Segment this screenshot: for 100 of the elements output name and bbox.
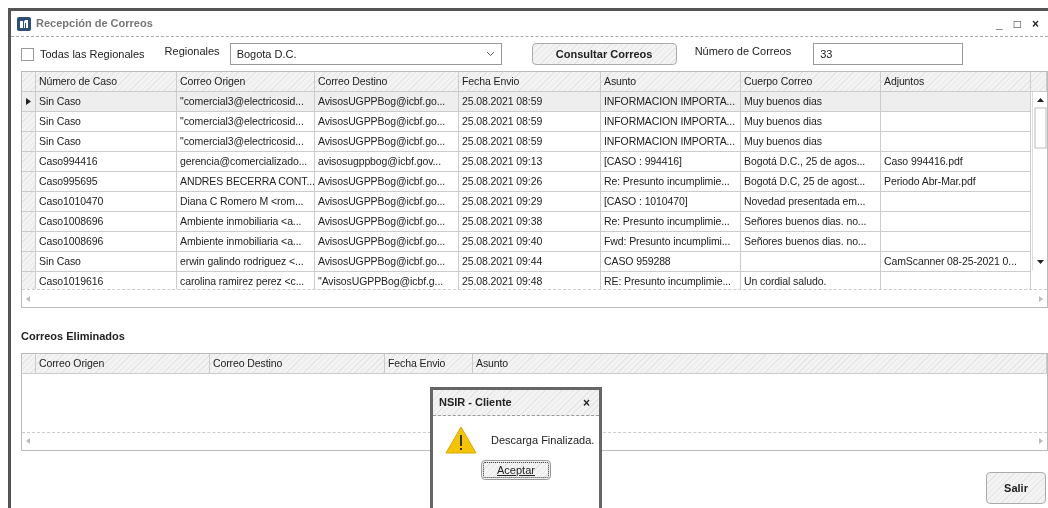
table-cell[interactable]: Caso994416 <box>36 152 177 172</box>
table-cell[interactable] <box>741 252 881 272</box>
table-cell[interactable]: INFORMACION IMPORTA... <box>601 132 741 152</box>
table-cell[interactable]: Muy buenos dias <box>741 112 881 132</box>
table-cell[interactable] <box>881 132 1031 152</box>
table-cell[interactable]: Sin Caso <box>36 92 177 112</box>
column-header[interactable]: Asunto <box>601 72 741 92</box>
table-cell[interactable]: avisosugppbog@icbf.gov... <box>315 152 459 172</box>
chevron-icon <box>485 51 495 57</box>
table-cell[interactable]: Ambiente inmobiliaria <a... <box>177 232 315 252</box>
close-button[interactable]: × <box>580 396 593 409</box>
table-cell[interactable]: Re: Presunto incumplimie... <box>601 172 741 192</box>
table-cell[interactable]: Bogotá D.C, 25 de agost... <box>741 172 881 192</box>
table-cell[interactable]: "comercial3@electricosid... <box>177 92 315 112</box>
table-cell[interactable]: Novedad presentada em... <box>741 192 881 212</box>
table-cell[interactable]: gerencia@comercializado... <box>177 152 315 172</box>
table-cell[interactable]: AvisosUGPPBog@icbf.go... <box>315 212 459 232</box>
table-cell[interactable]: 25.08.2021 09:48 <box>459 272 601 289</box>
scroll-right-icon[interactable] <box>1039 438 1043 444</box>
table-cell[interactable]: AvisosUGPPBog@icbf.go... <box>315 172 459 192</box>
table-cell[interactable]: 25.08.2021 08:59 <box>459 112 601 132</box>
count-field[interactable]: 33 <box>813 43 964 65</box>
column-header[interactable]: Correo Destino <box>315 72 459 92</box>
row-header[interactable] <box>22 92 36 112</box>
column-header[interactable]: Fecha Envio <box>459 72 601 92</box>
table-cell[interactable]: AvisosUGPPBog@icbf.go... <box>315 132 459 152</box>
scroll-left-icon[interactable] <box>26 295 30 302</box>
table-cell[interactable]: Caso 994416.pdf <box>881 152 1031 172</box>
table-cell[interactable] <box>881 232 1031 252</box>
table-cell[interactable]: AvisosUGPPBog@icbf.go... <box>315 232 459 252</box>
table-cell[interactable]: [CASO : 994416] <box>601 152 741 172</box>
table-cell[interactable]: Periodo Abr-Mar.pdf <box>881 172 1031 192</box>
maximize-button[interactable]: □ <box>1010 17 1024 30</box>
table-cell[interactable]: AvisosUGPPBog@icbf.go... <box>315 92 459 112</box>
table-cell[interactable]: Ambiente inmobiliaria <a... <box>177 212 315 232</box>
column-header[interactable]: Cuerpo Correo <box>741 72 881 92</box>
query-button[interactable]: Consultar Correos <box>531 43 677 65</box>
column-header[interactable]: Asunto <box>473 353 1047 374</box>
table-cell[interactable]: 25.08.2021 09:26 <box>459 172 601 192</box>
table-cell[interactable]: Muy buenos dias <box>741 132 881 152</box>
table-cell[interactable]: "comercial3@electricosid... <box>177 112 315 132</box>
vertical-scrollbar[interactable] <box>1032 92 1047 270</box>
column-header[interactable]: Correo Origen <box>36 353 210 374</box>
table-cell[interactable]: INFORMACION IMPORTA... <box>601 92 741 112</box>
table-cell[interactable]: "comercial3@electricosid... <box>177 132 315 152</box>
checkbox[interactable] <box>21 47 34 61</box>
table-cell[interactable]: 25.08.2021 08:59 <box>459 132 601 152</box>
exit-button[interactable]: Salir <box>986 472 1046 504</box>
table-cell[interactable]: ANDRES BECERRA CONT... <box>177 172 315 192</box>
table-cell[interactable]: 25.08.2021 08:59 <box>459 92 601 112</box>
table-cell[interactable]: 25.08.2021 09:29 <box>459 192 601 212</box>
table-cell[interactable]: carolina ramirez perez <c... <box>177 272 315 289</box>
table-cell[interactable]: Bogotá D.C., 25 de agos... <box>741 152 881 172</box>
table-cell[interactable]: Señores buenos dias. no... <box>741 212 881 232</box>
table-cell[interactable]: Re: Presunto incumplimie... <box>601 212 741 232</box>
table-cell[interactable]: "AvisosUGPPBog@icbf.g... <box>315 272 459 289</box>
table-cell[interactable]: CamScanner 08-25-2021 0... <box>881 252 1031 272</box>
table-cell[interactable]: Caso1008696 <box>36 212 177 232</box>
region-dropdown[interactable]: Bogota D.C. <box>229 43 502 65</box>
table-cell[interactable]: Sin Caso <box>36 112 177 132</box>
warning-icon <box>445 426 477 454</box>
table-cell[interactable]: 25.08.2021 09:13 <box>459 152 601 172</box>
scroll-right-icon[interactable] <box>1039 295 1043 302</box>
minimize-button[interactable]: _ <box>993 17 1006 30</box>
table-cell[interactable]: Sin Caso <box>36 132 177 152</box>
table-cell[interactable]: CASO 959288 <box>601 252 741 272</box>
table-cell[interactable]: RE: Presunto incumplimie... <box>601 272 741 289</box>
table-cell[interactable]: erwin galindo rodriguez <... <box>177 252 315 272</box>
table-cell[interactable]: Caso1008696 <box>36 232 177 252</box>
table-cell[interactable]: Caso1019616 <box>36 272 177 289</box>
close-button[interactable]: × <box>1029 17 1042 30</box>
table-cell[interactable] <box>881 92 1031 112</box>
table-cell[interactable]: AvisosUGPPBog@icbf.go... <box>315 112 459 132</box>
table-cell[interactable]: Muy buenos dias <box>741 92 881 112</box>
table-cell[interactable] <box>881 212 1031 232</box>
field-label: Número de Correos <box>694 44 792 59</box>
table-cell[interactable]: Fwd: Presunto incumplimi... <box>601 232 741 252</box>
table-cell[interactable]: Sin Caso <box>36 252 177 272</box>
table-cell[interactable]: Un cordial saludo. <box>741 272 881 289</box>
table-cell[interactable]: Caso995695 <box>36 172 177 192</box>
column-header[interactable]: Adjuntos <box>881 72 1031 92</box>
table-cell[interactable]: Diana C Romero M <rom... <box>177 192 315 212</box>
column-header[interactable]: Fecha Envio <box>385 353 473 374</box>
table-cell[interactable]: AvisosUGPPBog@icbf.go... <box>315 252 459 272</box>
column-header[interactable]: Correo Destino <box>210 353 385 374</box>
table-cell[interactable]: INFORMACION IMPORTA... <box>601 112 741 132</box>
table-cell[interactable]: [CASO : 1010470] <box>601 192 741 212</box>
table-cell[interactable]: Caso1010470 <box>36 192 177 212</box>
table-cell[interactable]: 25.08.2021 09:38 <box>459 212 601 232</box>
table-cell[interactable]: 25.08.2021 09:40 <box>459 232 601 252</box>
column-header[interactable]: Número de Caso <box>36 72 177 92</box>
scroll-left-icon[interactable] <box>26 438 30 444</box>
column-header[interactable]: Correo Origen <box>177 72 315 92</box>
table-cell[interactable] <box>881 112 1031 132</box>
table-cell[interactable]: AvisosUGPPBog@icbf.go... <box>315 192 459 212</box>
ok-button[interactable]: Aceptar <box>481 460 551 480</box>
table-cell[interactable]: 25.08.2021 09:44 <box>459 252 601 272</box>
table-cell[interactable]: Señores buenos dias. no... <box>741 232 881 252</box>
section-title: Correos Eliminados <box>20 329 126 344</box>
table-cell[interactable] <box>881 192 1031 212</box>
